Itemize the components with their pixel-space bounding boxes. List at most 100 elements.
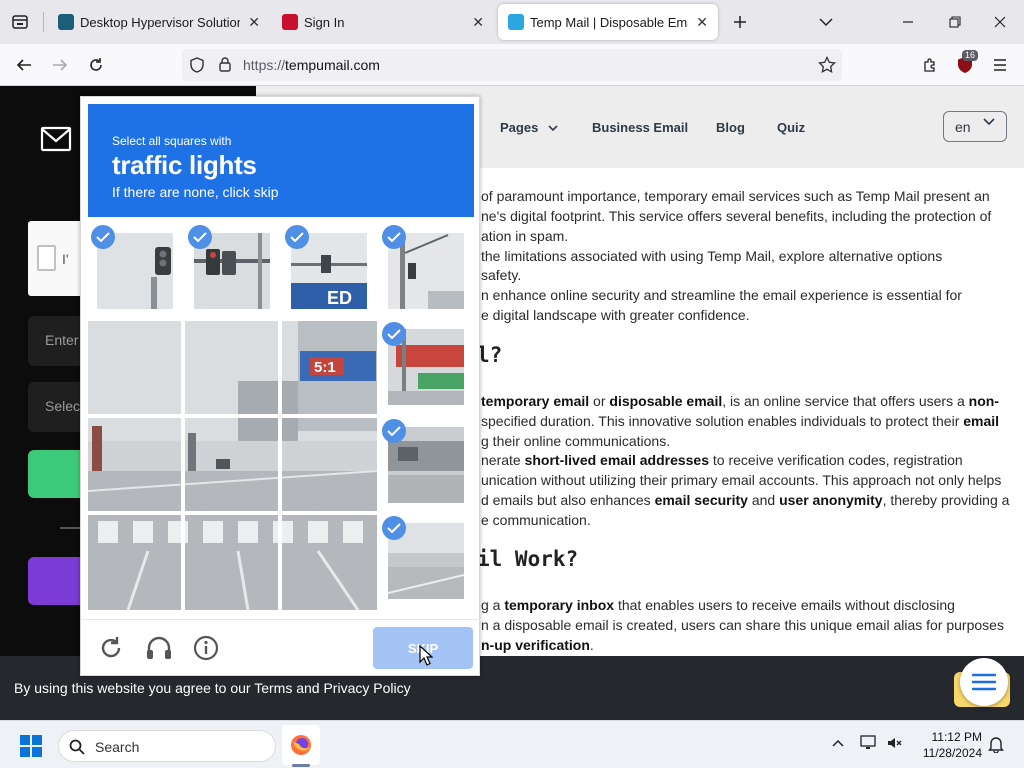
tab-tempmail[interactable]: Temp Mail | Disposable Email A ✕ [498,4,718,40]
tab-close-icon[interactable]: ✕ [472,14,484,31]
audio-challenge-icon[interactable] [145,635,173,661]
grid-tile-5[interactable] [185,418,280,513]
minimize-button[interactable] [896,10,920,34]
selected-check-icon [382,516,406,540]
windows-logo-icon [20,735,42,757]
bookmark-star-icon[interactable] [818,56,836,74]
extensions-button[interactable] [918,53,942,77]
reload-button[interactable] [84,53,108,77]
taskbar-search[interactable]: Search [58,730,276,762]
text-span: unication without utilizing their primar… [481,472,1002,489]
captcha-instruction: Select all squares with [112,134,232,148]
taskbar-firefox[interactable] [282,725,320,765]
captcha-image-grid: 5:1 [88,321,377,610]
clock-date: 11/28/2024 [922,746,982,760]
notification-bell-icon[interactable] [988,735,1004,753]
network-icon[interactable] [860,735,878,751]
grid-divider [183,321,185,610]
system-clock[interactable]: 11:12 PM 11/28/2024 [918,729,982,761]
article-line: unication without utilizing their primar… [481,471,1001,491]
grid-tile-7[interactable] [88,515,183,610]
captcha-checkbox[interactable] [37,245,56,271]
forward-button[interactable] [48,53,72,77]
article-line: nerate short-lived email addresses to re… [481,451,963,471]
grid-divider [88,513,377,515]
language-select[interactable]: en [943,111,1007,142]
selected-check-icon [382,322,406,346]
volume-muted-icon[interactable] [886,735,904,751]
grid-tile-9[interactable] [282,515,377,610]
domain-select[interactable]: Selec [28,382,88,432]
grid-tile-4[interactable] [88,418,183,513]
tab-close-icon[interactable]: ✕ [696,14,708,31]
minimize-icon [903,21,913,23]
selected-check-icon [382,419,406,443]
selected-check-icon [188,225,212,249]
url-host: tempumail.com [285,57,380,73]
search-icon [69,739,85,755]
nav-pages[interactable]: Pages [500,120,558,135]
svg-text:ED: ED [327,288,352,308]
signin-favicon-icon [282,14,298,30]
captcha-footer-divider [81,619,481,620]
tab-title: Temp Mail | Disposable Email A [530,14,688,30]
email-name-input[interactable]: Enter [28,316,88,366]
info-icon[interactable] [193,635,219,661]
firefox-view-button[interactable] [0,0,40,44]
chevron-down-icon [548,125,558,132]
menu-fab-button[interactable] [960,658,1008,706]
bold-text: short-lived email addresses [524,452,710,469]
nav-business-email[interactable]: Business Email [592,120,688,135]
restore-button[interactable] [943,10,967,34]
grid-tile-2[interactable] [185,321,280,416]
tab-separator [43,12,44,32]
tab-close-icon[interactable]: ✕ [248,14,260,31]
create-email-button[interactable] [28,450,88,498]
article-line: n a disposable email is created, users c… [481,616,1004,636]
ublock-extension-button[interactable]: 16 [952,50,979,78]
section-heading: l? [477,343,503,367]
text-span: g their online communications. [481,432,671,449]
chevron-up-icon[interactable] [832,739,844,747]
article-line: g a temporary inbox that enables users t… [481,596,955,616]
nav-quiz[interactable]: Quiz [777,120,805,135]
article-line: g their online communications. [481,432,670,452]
close-window-button[interactable] [988,10,1012,34]
text-span: . [589,636,594,653]
tab-hypervisor[interactable]: Desktop Hypervisor Solutions | ✕ [48,4,270,40]
divider [60,527,82,529]
grid-tile-8[interactable] [185,515,280,610]
selected-check-icon [382,225,406,249]
address-bar[interactable]: https://tempumail.com [182,49,842,81]
nav-pages-label: Pages [500,120,539,135]
grid-tile-6[interactable] [282,418,377,513]
mouse-cursor-icon [419,645,433,666]
new-tab-button[interactable] [728,10,752,34]
article-line: ne's digital footprint. This service off… [481,208,992,224]
article-line: d emails but also enhances email securit… [481,491,1009,511]
app-menu-button[interactable] [988,53,1012,77]
tab-title: Sign In [304,14,345,30]
grid-divider [88,416,377,418]
clock-time: 11:12 PM [931,730,982,744]
captcha-prompt: Select all squares with traffic lights I… [88,104,474,217]
nav-blog[interactable]: Blog [716,120,745,135]
article-line: specified duration. This innovative solu… [481,412,999,432]
list-all-tabs-button[interactable] [814,10,838,34]
start-button[interactable] [20,735,42,762]
windows-taskbar: Search 11:12 PM 11/28/2024 [0,720,1024,768]
grid-tile-3[interactable] [282,321,377,416]
secondary-action-button[interactable] [28,557,88,605]
bold-text: non- [968,393,999,409]
refresh-icon[interactable] [98,635,124,661]
text-span: specified duration. This innovative solu… [481,412,964,429]
text-span: g a [481,597,505,613]
selected-check-icon [91,225,115,249]
text-span: that enables users to receive emails wit… [614,597,955,613]
back-button[interactable] [12,53,36,77]
bold-text: temporary inbox [504,597,615,613]
grid-tile-1[interactable] [88,321,183,416]
article-line: temporary email or disposable email, is … [481,392,999,412]
restore-icon [949,16,961,28]
tab-signin[interactable]: Sign In ✕ [272,4,494,40]
